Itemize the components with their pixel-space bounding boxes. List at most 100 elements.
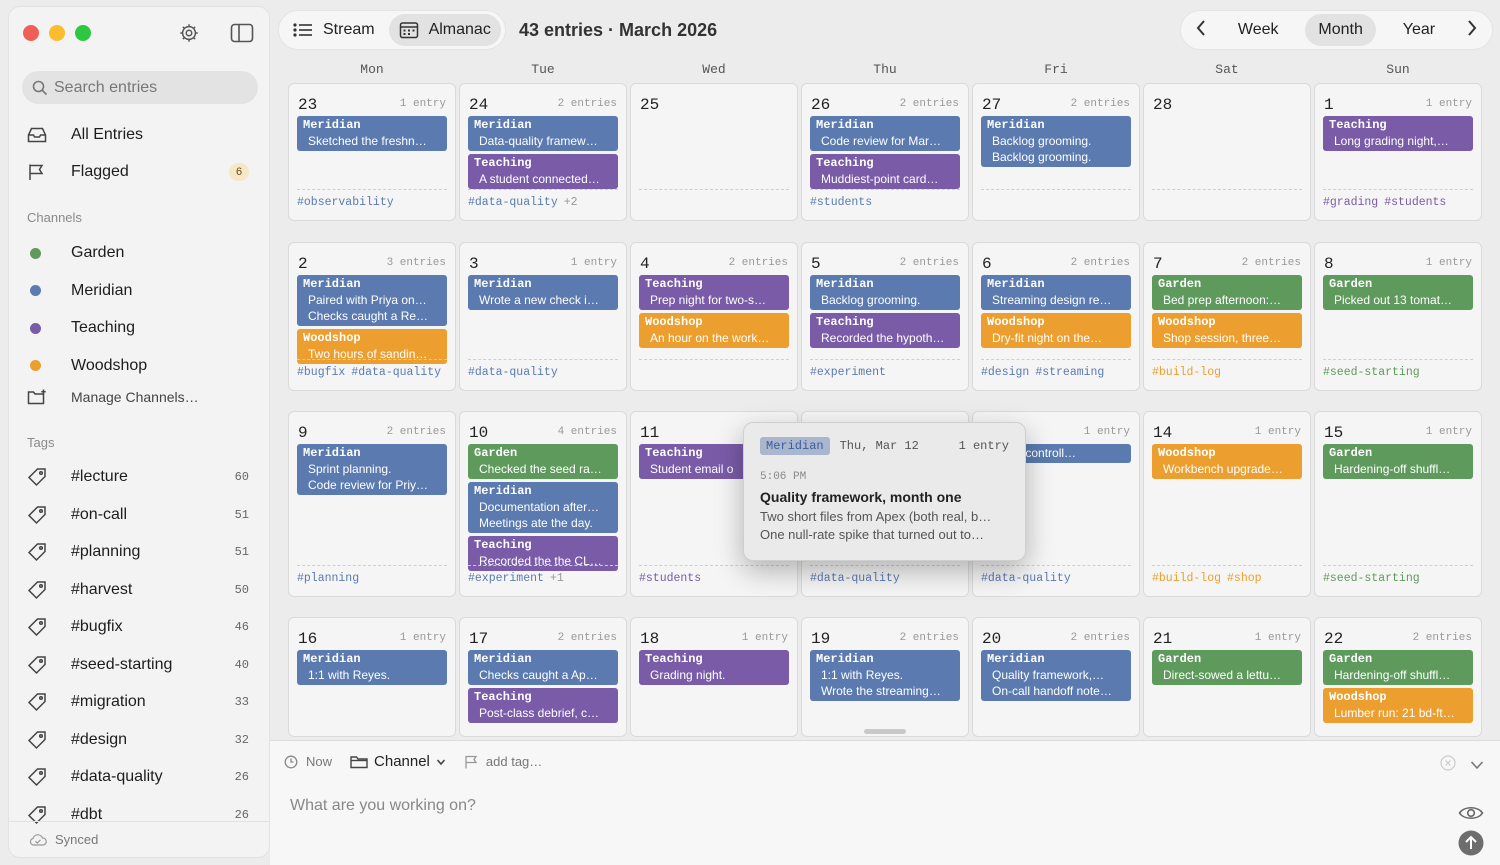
entry-chip[interactable]: Teaching Recorded the hypoth… [810, 313, 960, 348]
tab-almanac[interactable]: Almanac [388, 14, 501, 46]
entry-chip[interactable]: Teaching A student connected… [468, 154, 618, 189]
day-cell[interactable]: 26 2 entries Meridian Code review for Mar… T… [801, 83, 969, 221]
resize-handle[interactable] [864, 729, 906, 734]
entry-chip[interactable]: Meridian Data-quality framew… [468, 116, 618, 151]
settings-button[interactable] [176, 21, 202, 45]
tag-link[interactable]: #build-log [1152, 572, 1221, 585]
entry-chip[interactable]: Teaching Post-class debrief, c… [468, 688, 618, 723]
day-cell[interactable]: 9 2 entries Meridian Sprint planning. Code r… [288, 411, 456, 597]
entry-chip[interactable]: Teaching Prep night for two-s… [639, 275, 789, 310]
entry-preview-popover[interactable]: Meridian Thu, Mar 12 1 entry 5:06 PM Qua… [743, 422, 1026, 561]
sidebar-item-channel-woodshop[interactable]: Woodshop [27, 351, 249, 381]
tag-link[interactable]: #data-quality [468, 196, 558, 209]
entry-chip[interactable]: Meridian Quality framework,… On-call hando… [981, 650, 1131, 701]
sidebar-item-tag[interactable]: #on-call 51 [27, 500, 249, 530]
more-tags[interactable]: +1 [550, 572, 564, 585]
entry-chip[interactable]: Garden Checked the seed ra… [468, 444, 618, 479]
day-cell[interactable]: 3 1 entry Meridian Wrote a new check i… #dat… [459, 242, 627, 391]
tag-link[interactable]: #streaming [1035, 366, 1104, 379]
tag-link[interactable]: #bugfix [297, 366, 345, 379]
sidebar-item-tag[interactable]: #migration 33 [27, 687, 249, 717]
day-cell[interactable]: 4 2 entries Teaching Prep night for two-s… W… [630, 242, 798, 391]
tag-link[interactable]: #build-log [1152, 366, 1221, 379]
now-button[interactable]: Now [306, 754, 332, 769]
range-month-button[interactable]: Month [1305, 14, 1376, 46]
sidebar-item-tag[interactable]: #seed-starting 40 [27, 650, 249, 680]
day-cell[interactable]: 20 2 entries Meridian Quality framework,… On… [972, 617, 1140, 737]
tag-link[interactable]: #data-quality [810, 572, 900, 585]
sidebar-item-tag[interactable]: #planning 51 [27, 537, 249, 567]
entry-chip[interactable]: Woodshop Dry-fit night on the… [981, 313, 1131, 348]
entry-chip[interactable]: Garden Hardening-off shuffl… [1323, 650, 1473, 685]
manage-channels-button[interactable]: Manage Channels… [27, 382, 249, 412]
entry-chip[interactable]: Meridian Sketched the freshn… [297, 116, 447, 151]
entry-chip[interactable]: Meridian Streaming design re… [981, 275, 1131, 310]
collapse-composer-button[interactable] [1470, 757, 1484, 775]
entry-chip[interactable]: Meridian Checks caught a Ap… [468, 650, 618, 685]
day-cell[interactable]: 28 [1143, 83, 1311, 221]
tag-link[interactable]: #students [639, 572, 701, 585]
sidebar-item-tag[interactable]: #data-quality 26 [27, 762, 249, 792]
sidebar-item-tag[interactable]: #harvest 50 [27, 575, 249, 605]
entry-chip[interactable]: Meridian Wrote a new check i… [468, 275, 618, 310]
day-cell[interactable]: 17 2 entries Meridian Checks caught a Ap… Te… [459, 617, 627, 737]
day-cell[interactable]: 10 4 entries Garden Checked the seed ra… Mer… [459, 411, 627, 597]
submit-button[interactable] [1458, 830, 1484, 861]
minimize-window-button[interactable] [49, 25, 65, 41]
tag-link[interactable]: #planning [297, 572, 359, 585]
tag-link[interactable]: #experiment [810, 366, 886, 379]
more-tags[interactable]: +2 [564, 196, 578, 209]
entry-chip[interactable]: Meridian Paired with Priya on… Checks caug… [297, 275, 447, 326]
preview-toggle[interactable] [1458, 805, 1484, 826]
entry-chip[interactable]: Teaching Muddiest-point card… [810, 154, 960, 189]
day-cell[interactable]: 23 1 entry Meridian Sketched the freshn… #ob… [288, 83, 456, 221]
day-cell[interactable]: 27 2 entries Meridian Backlog grooming. Back… [972, 83, 1140, 221]
clear-button[interactable] [1440, 755, 1456, 776]
day-cell[interactable]: 16 1 entry Meridian 1:1 with Reyes. [288, 617, 456, 737]
entry-chip[interactable]: Woodshop Lumber run: 21 bd-ft… [1323, 688, 1473, 723]
day-cell[interactable]: 18 1 entry Teaching Grading night. [630, 617, 798, 737]
entry-chip[interactable]: Meridian Backlog grooming. [810, 275, 960, 310]
day-cell[interactable]: 8 1 entry Garden Picked out 13 tomat… #seed-… [1314, 242, 1482, 391]
day-cell[interactable]: 21 1 entry Garden Direct-sowed a lettu… [1143, 617, 1311, 737]
channel-select[interactable]: Channel [350, 753, 446, 770]
add-tag-button[interactable]: add tag… [464, 754, 542, 769]
sidebar-item-channel-garden[interactable]: Garden [27, 238, 249, 268]
day-cell[interactable]: 22 2 entries Garden Hardening-off shuffl… Wo… [1314, 617, 1482, 737]
day-cell[interactable]: 7 2 entries Garden Bed prep afternoon:… Wood… [1143, 242, 1311, 391]
entry-chip[interactable]: Meridian Sprint planning. Code review for … [297, 444, 447, 495]
day-cell[interactable]: 14 1 entry Woodshop Workbench upgrade… #buil… [1143, 411, 1311, 597]
entry-chip[interactable]: Meridian Documentation after… Meetings ate… [468, 482, 618, 533]
day-cell[interactable]: 19 2 entries Meridian 1:1 with Reyes. Wrote … [801, 617, 969, 737]
tag-link[interactable]: #data-quality [981, 572, 1071, 585]
entry-input[interactable]: What are you working on? [290, 797, 476, 815]
chevron-left-icon[interactable] [1191, 19, 1211, 42]
sidebar-item-tag[interactable]: #design 32 [27, 725, 249, 755]
entry-chip[interactable]: Meridian 1:1 with Reyes. [297, 650, 447, 685]
zoom-window-button[interactable] [75, 25, 91, 41]
search-input[interactable]: Search entries [22, 71, 258, 104]
tag-link[interactable]: #observability [297, 196, 394, 209]
entry-chip[interactable]: Teaching Grading night. [639, 650, 789, 685]
tab-stream[interactable]: Stream [283, 14, 385, 46]
close-window-button[interactable] [23, 25, 39, 41]
entry-chip[interactable]: Meridian Backlog grooming. Backlog groomin… [981, 116, 1131, 167]
tag-link[interactable]: #data-quality [468, 366, 558, 379]
range-year-button[interactable]: Year [1390, 14, 1448, 46]
entry-chip[interactable]: Garden Hardening-off shuffl… [1323, 444, 1473, 479]
entry-chip[interactable]: Garden Picked out 13 tomat… [1323, 275, 1473, 310]
entry-chip[interactable]: Meridian 1:1 with Reyes. Wrote the streami… [810, 650, 960, 701]
tag-link[interactable]: #students [810, 196, 872, 209]
sidebar-item-channel-meridian[interactable]: Meridian [27, 276, 249, 306]
day-cell[interactable]: 15 1 entry Garden Hardening-off shuffl… #see… [1314, 411, 1482, 597]
day-cell[interactable]: 6 2 entries Meridian Streaming design re… Wo… [972, 242, 1140, 391]
entry-chip[interactable]: Meridian Code review for Mar… [810, 116, 960, 151]
tag-link[interactable]: #students [1384, 196, 1446, 209]
sidebar-item-channel-teaching[interactable]: Teaching [27, 313, 249, 343]
entry-chip[interactable]: Woodshop Workbench upgrade… [1152, 444, 1302, 479]
tag-link[interactable]: #seed-starting [1323, 572, 1420, 585]
tag-link[interactable]: #design [981, 366, 1029, 379]
tag-link[interactable]: #experiment [468, 572, 544, 585]
range-week-button[interactable]: Week [1225, 14, 1292, 46]
tag-link[interactable]: #data-quality [351, 366, 441, 379]
